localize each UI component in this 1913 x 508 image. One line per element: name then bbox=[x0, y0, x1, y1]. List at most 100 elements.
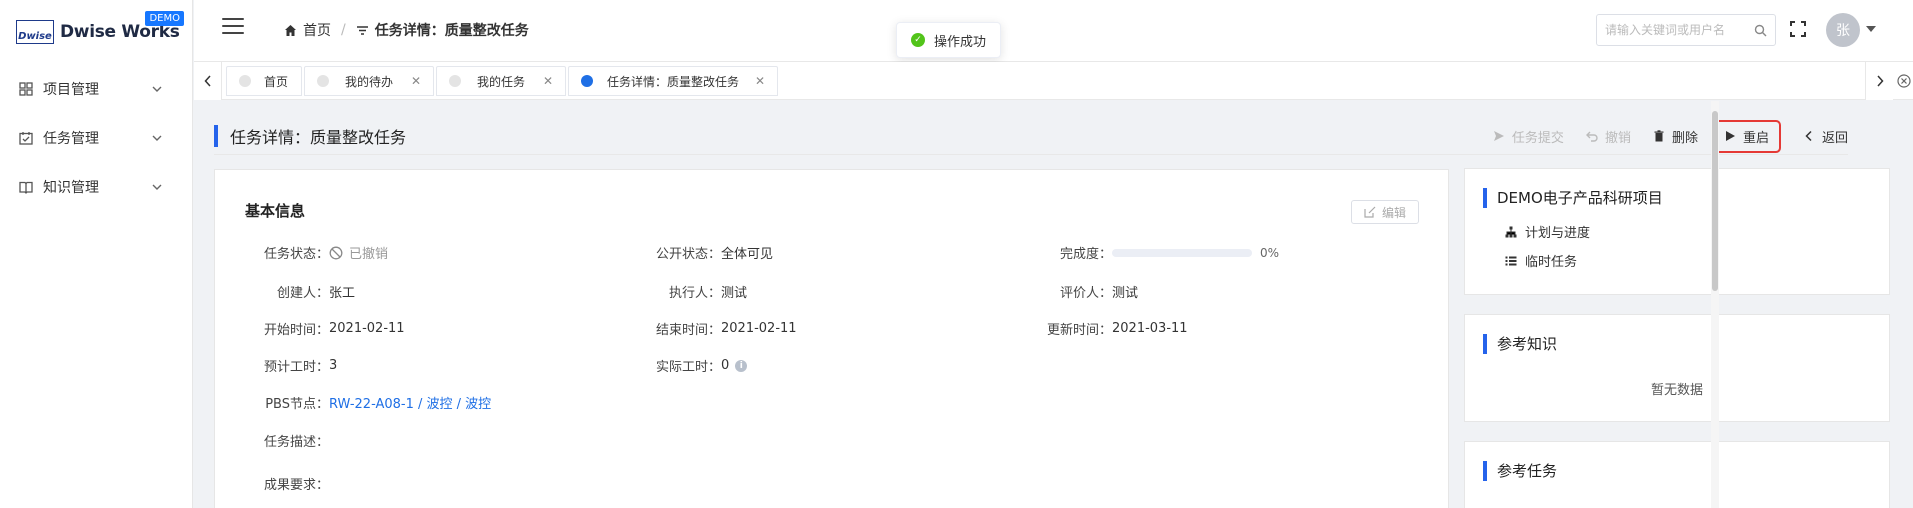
chevron-left-icon bbox=[1803, 130, 1815, 142]
restart-button[interactable]: 重启 bbox=[1711, 119, 1781, 153]
caret-down-icon[interactable] bbox=[1866, 26, 1876, 32]
demo-badge: DEMO bbox=[145, 11, 184, 26]
page-title: 任务详情：质量整改任务 bbox=[230, 127, 407, 147]
field-reviewer: 评价人： 测试 bbox=[1028, 282, 1138, 301]
tab-dot bbox=[317, 75, 329, 87]
revoke-label: 撤销 bbox=[1604, 130, 1631, 146]
field-update-time: 更新时间： 2021-03-11 bbox=[1028, 319, 1188, 338]
tab-scroll-left-button[interactable] bbox=[194, 62, 222, 100]
undo-icon bbox=[1585, 130, 1598, 142]
project-card: DEMO电子产品科研项目 计划与进度 临时任务 bbox=[1464, 168, 1890, 295]
field-value: 3 bbox=[329, 358, 338, 373]
search-icon[interactable] bbox=[1754, 24, 1767, 37]
breadcrumb-home[interactable]: 首页 bbox=[303, 20, 331, 40]
calendar-check-icon bbox=[19, 131, 33, 145]
empty-state: 暂无数据 bbox=[1650, 383, 1703, 398]
tab-dot bbox=[581, 75, 593, 87]
field-label: 评价人： bbox=[1059, 286, 1112, 301]
search-box bbox=[1596, 14, 1776, 46]
knowledge-card-title: 参考知识 bbox=[1483, 333, 1557, 354]
field-executor: 执行人： 测试 bbox=[637, 282, 747, 301]
tab-label: 我的任务 bbox=[476, 74, 525, 89]
sidebar-item-label: 知识管理 bbox=[43, 179, 99, 196]
fullscreen-icon[interactable] bbox=[1790, 21, 1806, 37]
project-name[interactable]: DEMO电子产品科研项目 bbox=[1497, 187, 1663, 208]
field-start-time: 开始时间： 2021-02-11 bbox=[245, 319, 405, 338]
field-label: 完成度： bbox=[1059, 247, 1112, 262]
action-toolbar: 任务提交 撤销 删除 重启 返回 bbox=[1471, 117, 1848, 155]
toast-message: 操作成功 bbox=[934, 34, 987, 50]
knowledge-title: 参考知识 bbox=[1497, 335, 1558, 353]
hamburger-menu-icon[interactable] bbox=[222, 18, 244, 36]
play-icon bbox=[1724, 130, 1736, 142]
field-label: 开始时间： bbox=[263, 323, 329, 338]
sidebar-item-label: 任务管理 bbox=[43, 130, 99, 147]
field-label: 结束时间： bbox=[655, 323, 721, 338]
sidebar-item-project[interactable]: 项目管理 bbox=[0, 64, 192, 113]
plan-progress-link[interactable]: 计划与进度 bbox=[1505, 222, 1590, 241]
field-label: 成果要求： bbox=[263, 478, 329, 493]
temporary-task-link[interactable]: 临时任务 bbox=[1505, 251, 1577, 270]
close-icon[interactable]: ✕ bbox=[755, 74, 765, 88]
tab-task-detail[interactable]: 任务详情：质量整改任务 ✕ bbox=[568, 66, 778, 96]
chevron-left-icon bbox=[203, 75, 211, 87]
scrollbar[interactable] bbox=[1711, 101, 1719, 508]
field-value: 0 bbox=[721, 358, 730, 373]
basic-info-card: 基本信息 编辑 任务状态： 已撤销 公开状态： 全体可见 完成度： 0% 创建人… bbox=[214, 169, 1449, 508]
field-completion: 完成度： 0% bbox=[1028, 243, 1280, 263]
tab-home[interactable]: 首页 bbox=[226, 66, 302, 96]
chevron-down-icon bbox=[152, 86, 162, 92]
close-all-tabs-button[interactable] bbox=[1894, 62, 1913, 100]
progress-percent: 0% bbox=[1260, 245, 1280, 260]
logo[interactable]: Dwise Dwise Works DEMO bbox=[0, 0, 192, 64]
restart-label: 重启 bbox=[1742, 130, 1769, 146]
tab-my-tasks[interactable]: 我的任务 ✕ bbox=[436, 66, 566, 96]
tasks-title: 参考任务 bbox=[1497, 462, 1558, 480]
tab-dot bbox=[449, 75, 461, 87]
field-value: 张工 bbox=[329, 286, 356, 301]
sidebar-item-knowledge[interactable]: 知识管理 bbox=[0, 162, 192, 211]
info-icon[interactable]: i bbox=[735, 359, 748, 372]
scrollbar-thumb[interactable] bbox=[1712, 111, 1718, 291]
tab-my-todo[interactable]: 我的待办 ✕ bbox=[304, 66, 434, 96]
close-icon[interactable]: ✕ bbox=[543, 74, 553, 88]
send-icon bbox=[1493, 130, 1505, 142]
close-icon[interactable]: ✕ bbox=[411, 74, 421, 88]
pbs-link[interactable]: RW-22-A08-1 / 波控 / 波控 bbox=[329, 393, 491, 412]
search-input[interactable] bbox=[1605, 23, 1754, 37]
field-value: 测试 bbox=[721, 286, 748, 301]
delete-button[interactable]: 删除 bbox=[1653, 127, 1698, 146]
field-description: 任务描述： bbox=[245, 431, 329, 450]
top-header: 首页 / 任务详情：质量整改任务 ✓ 操作成功 张 bbox=[194, 0, 1913, 62]
main-content: 任务详情：质量整改任务 任务提交 撤销 删除 重启 返回 基本信息 编辑 任务状… bbox=[194, 101, 1904, 508]
field-label: 公开状态： bbox=[655, 247, 721, 262]
revoke-button[interactable]: 撤销 bbox=[1585, 127, 1631, 146]
field-value: 2021-02-11 bbox=[329, 321, 405, 336]
check-circle-icon: ✓ bbox=[911, 33, 925, 47]
title-accent-bar bbox=[1483, 187, 1487, 208]
avatar[interactable]: 张 bbox=[1826, 13, 1860, 47]
edit-button[interactable]: 编辑 bbox=[1351, 200, 1419, 224]
title-accent-bar bbox=[1483, 333, 1487, 354]
trash-icon bbox=[1653, 130, 1665, 142]
project-card-title: DEMO电子产品科研项目 bbox=[1483, 187, 1663, 208]
close-circle-icon bbox=[1896, 74, 1911, 88]
field-value: 测试 bbox=[1112, 286, 1139, 301]
home-icon bbox=[284, 24, 297, 37]
submit-task-button[interactable]: 任务提交 bbox=[1493, 127, 1564, 146]
field-label: 更新时间： bbox=[1046, 323, 1112, 338]
field-public: 公开状态： 全体可见 bbox=[637, 243, 773, 262]
field-label: 实际工时： bbox=[655, 360, 721, 375]
field-creator: 创建人： 张工 bbox=[245, 282, 355, 301]
tab-dot bbox=[239, 75, 251, 87]
filter-icon bbox=[356, 24, 369, 37]
sidebar-item-task[interactable]: 任务管理 bbox=[0, 113, 192, 162]
field-pbs: PBS节点： RW-22-A08-1 / 波控 / 波控 bbox=[245, 393, 491, 412]
temporary-task-label: 临时任务 bbox=[1525, 255, 1578, 270]
sidebar-item-label: 项目管理 bbox=[43, 81, 99, 98]
field-label: 任务描述： bbox=[263, 435, 329, 450]
tab-scroll-right-button[interactable] bbox=[1865, 62, 1893, 100]
edit-icon bbox=[1364, 206, 1376, 218]
field-planned-hours: 预计工时： 3 bbox=[245, 356, 337, 375]
back-button[interactable]: 返回 bbox=[1803, 127, 1848, 146]
